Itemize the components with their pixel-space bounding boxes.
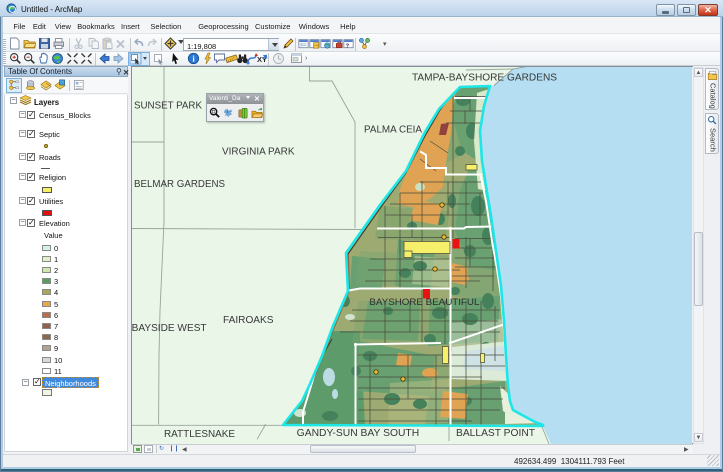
svg-text:BAYSHORE BEAUTIFUL: BAYSHORE BEAUTIFUL: [369, 297, 479, 307]
svg-text:RATTLESNAKE: RATTLESNAKE: [164, 429, 235, 440]
svg-text:SUNSET PARK: SUNSET PARK: [134, 100, 202, 111]
svg-text:TAMPA-BAYSHORE GARDENS: TAMPA-BAYSHORE GARDENS: [412, 73, 557, 84]
svg-text:VIRGINIA PARK: VIRGINIA PARK: [222, 146, 295, 157]
svg-text:BALLAST POINT: BALLAST POINT: [456, 428, 535, 439]
svg-text:BAYSIDE WEST: BAYSIDE WEST: [132, 323, 207, 334]
svg-text:BELMAR GARDENS: BELMAR GARDENS: [134, 179, 225, 190]
svg-text:FAIROAKS: FAIROAKS: [223, 315, 274, 326]
svg-text:PALMA CEIA: PALMA CEIA: [364, 124, 422, 135]
svg-text:?: ?: [345, 43, 349, 49]
svg-text:GANDY-SUN BAY SOUTH: GANDY-SUN BAY SOUTH: [297, 428, 420, 439]
